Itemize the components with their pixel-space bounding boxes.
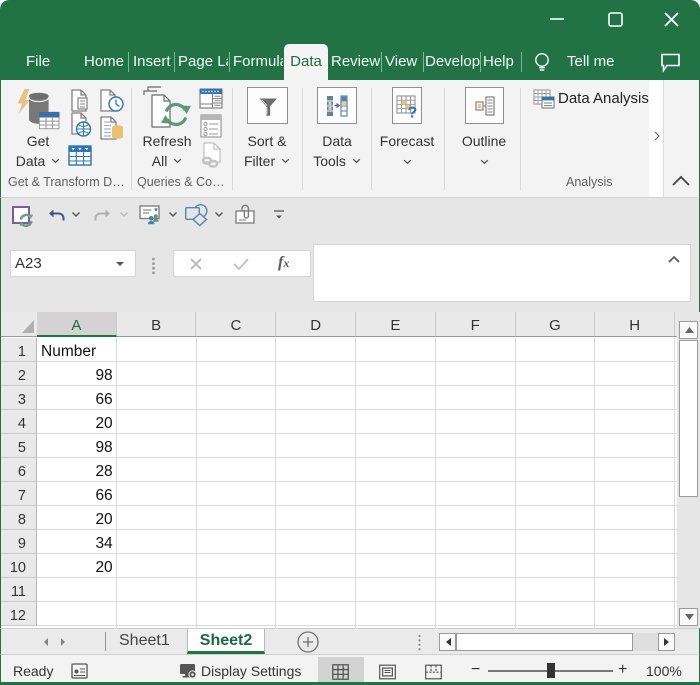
- svg-text:?: ?: [408, 104, 418, 118]
